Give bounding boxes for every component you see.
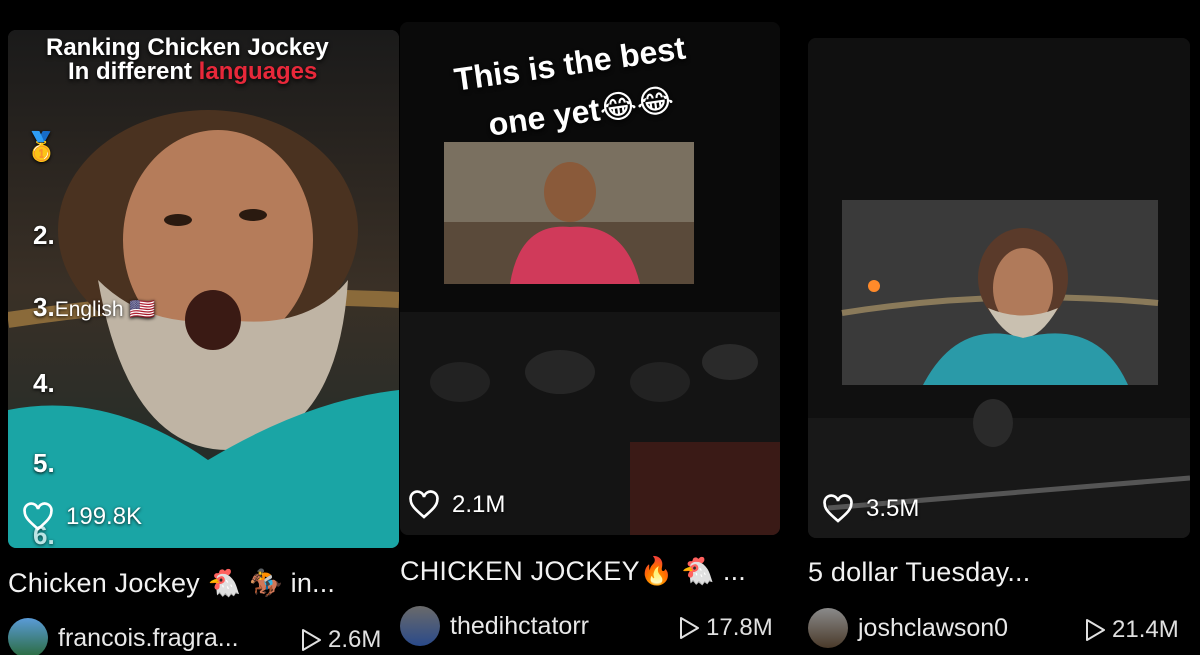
video-thumbnail-2[interactable]: This is the best one yet😂😂 2.1M	[400, 22, 780, 535]
thumbnail-image-1	[8, 30, 399, 548]
video-thumbnail-1[interactable]: Ranking Chicken Jockey In different lang…	[8, 30, 399, 548]
view-count-label: 2.6M	[328, 626, 382, 653]
thumbnail-image-3	[808, 38, 1190, 538]
video-caption-1[interactable]: Chicken Jockey 🐔 🏇 in...	[8, 567, 335, 599]
author-name[interactable]: francois.fragra...	[58, 624, 239, 653]
like-count-label: 2.1M	[452, 491, 506, 518]
like-count-3[interactable]: 3.5M	[822, 494, 919, 524]
author-row-2[interactable]: thedihctatorr	[400, 606, 589, 646]
video-caption-2[interactable]: CHICKEN JOCKEY🔥 🐔 ...	[400, 555, 746, 587]
video-card-3[interactable]: 3.5M 5 dollar Tuesday... joshclawson0 21…	[800, 0, 1200, 655]
view-count-1: 2.6M	[300, 626, 381, 654]
author-name[interactable]: thedihctatorr	[450, 612, 589, 641]
video-card-2[interactable]: This is the best one yet😂😂 2.1M CHICKEN …	[400, 0, 800, 655]
rank-3: 3.English 🇺🇸	[33, 292, 156, 323]
heart-icon	[409, 490, 439, 519]
like-count-label: 199.8K	[66, 503, 143, 530]
view-count-label: 17.8M	[706, 614, 773, 641]
rank-2: 2.	[33, 220, 55, 250]
rank-4: 4.	[33, 368, 55, 398]
like-count-2[interactable]: 2.1M	[408, 490, 505, 520]
play-icon	[680, 617, 699, 639]
play-icon	[302, 629, 321, 651]
avatar[interactable]	[400, 606, 440, 646]
author-row-3[interactable]: joshclawson0	[808, 608, 1008, 648]
medal-icon: 🥇	[24, 131, 59, 162]
like-count-label: 3.5M	[866, 495, 920, 522]
rank-3-number: 3.	[33, 292, 55, 322]
avatar[interactable]	[808, 608, 848, 648]
view-count-label: 21.4M	[1112, 616, 1179, 643]
overlay-title-line2-b: languages	[198, 58, 318, 85]
rank-5: 5.	[33, 448, 55, 478]
video-thumbnail-3[interactable]: 3.5M	[808, 38, 1190, 538]
play-icon	[1086, 619, 1105, 641]
heart-icon	[23, 502, 53, 531]
view-count-2: 17.8M	[678, 614, 773, 642]
author-row-1[interactable]: francois.fragra...	[8, 618, 239, 655]
heart-icon	[823, 494, 853, 523]
rank-3-label: English 🇺🇸	[54, 298, 156, 321]
video-caption-3[interactable]: 5 dollar Tuesday...	[808, 557, 1030, 588]
video-card-1[interactable]: Ranking Chicken Jockey In different lang…	[0, 0, 400, 655]
author-name[interactable]: joshclawson0	[858, 614, 1008, 643]
avatar[interactable]	[8, 618, 48, 655]
overlay-title-line2: In different languages	[68, 58, 317, 86]
like-count-1[interactable]: 199.8K	[22, 502, 142, 532]
overlay-title-line2-a: In different	[68, 58, 199, 85]
view-count-3: 21.4M	[1084, 616, 1179, 644]
